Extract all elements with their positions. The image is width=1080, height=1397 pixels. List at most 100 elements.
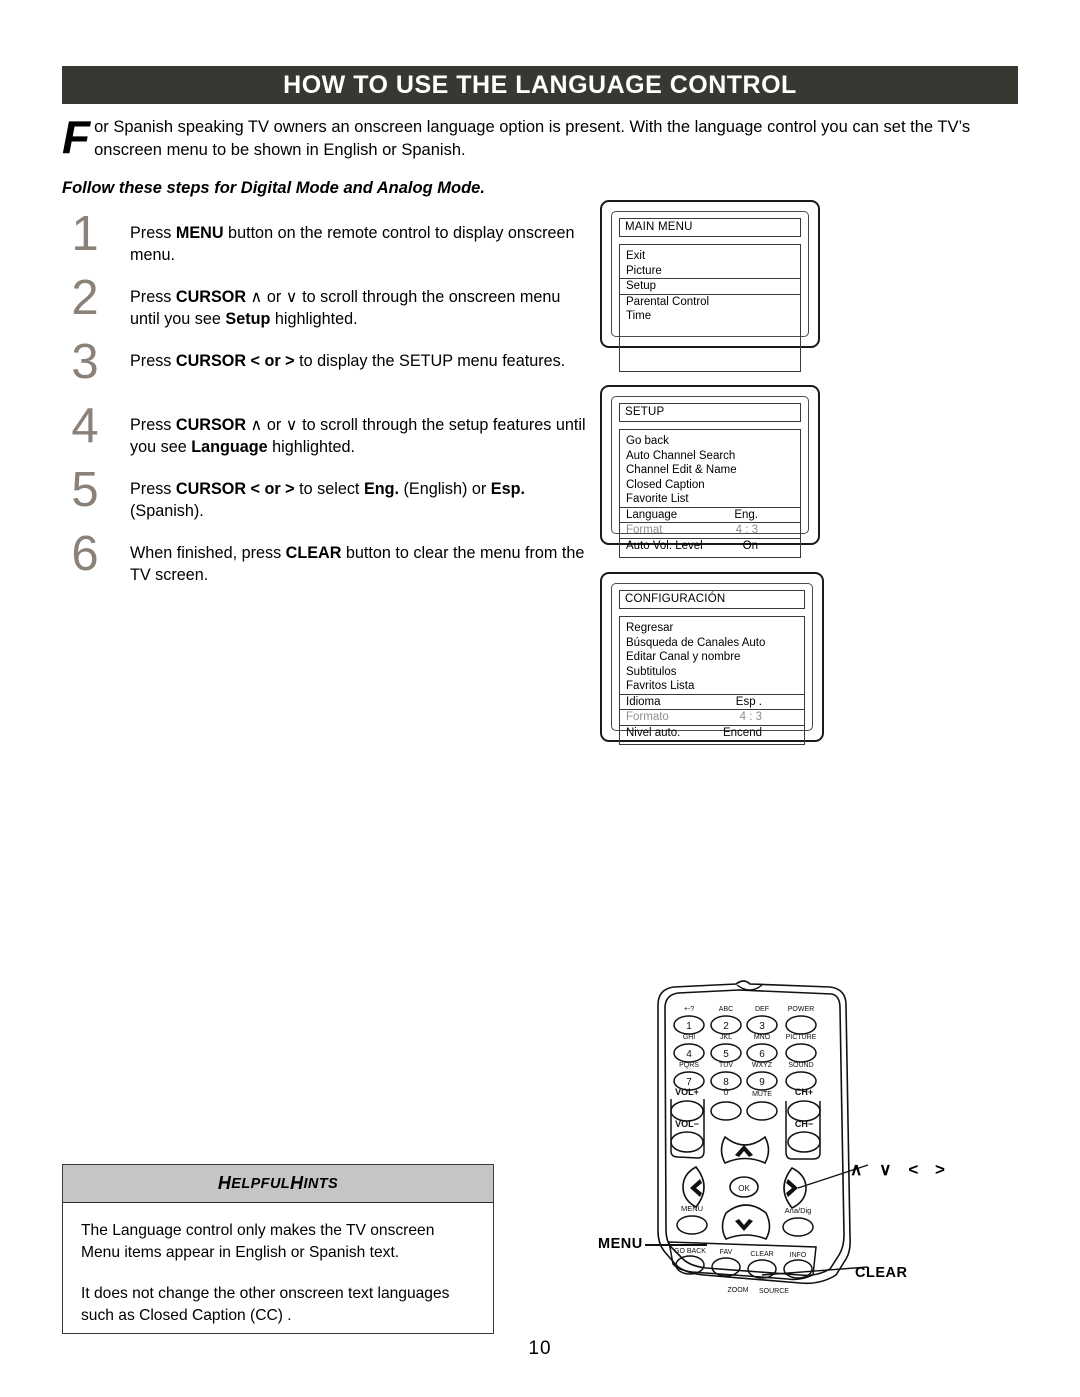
step-text-run: highlighted. — [267, 438, 355, 456]
remote-key-legend-ch-up: CH+ — [795, 1087, 813, 1097]
tv-screen-configuracion-menu: CONFIGURACIÓN Regresar Búsqueda de Canale… — [600, 572, 824, 745]
tv-menu-row[interactable]: Time — [620, 309, 800, 324]
tv-menu-row[interactable]: Exit — [620, 249, 800, 264]
hints-paragraph-2: It does not change the other onscreen te… — [81, 1285, 450, 1324]
step-text-emphasis: CURSOR — [175, 288, 247, 306]
tv-menu-row[interactable]: Auto Vol. Level On — [620, 539, 800, 554]
step-text: Press CURSOR < or > to display the SETUP… — [130, 350, 592, 372]
tv-menu-row[interactable]: Favritos Lista — [620, 679, 804, 694]
step-text-emphasis: Eng. — [363, 480, 400, 498]
step-item: 5 Press CURSOR < or > to select Eng. (Eng… — [62, 466, 592, 527]
step-text-emphasis: Setup — [225, 310, 271, 328]
step-text-emphasis: Language — [191, 438, 268, 456]
step-text-run: Press — [130, 288, 176, 306]
step-item: 3 Press CURSOR < or > to display the SETU… — [62, 338, 592, 399]
step-text-run: to select — [299, 480, 364, 498]
tv-menu-row-value: Encend — [722, 726, 762, 739]
tv-menu-row[interactable]: Nivel auto. Encend — [620, 726, 804, 741]
tv-menu-row[interactable]: Subtitulos — [620, 665, 804, 680]
tv-menu-row-label: Favritos Lista — [626, 680, 695, 692]
tv-menu-row-label: Favorite List — [626, 493, 689, 505]
remote-key-8: 8 — [723, 1077, 729, 1088]
remote-key-legend-vol-up: VOL+ — [675, 1087, 699, 1097]
tv-menu-row[interactable]: Setup — [620, 278, 800, 295]
hints-paragraph-1: The Language control only makes the TV o… — [81, 1222, 435, 1261]
remote-key-legend: JKL — [720, 1034, 732, 1041]
step-text-emphasis: < or > — [246, 352, 300, 370]
tv-menu-row[interactable]: Favorite List — [620, 492, 800, 507]
tv-menu-row[interactable]: Formato 4 : 3 — [620, 710, 804, 726]
tv-menu-row[interactable]: Channel Edit & Name — [620, 463, 800, 478]
tv-menu-row[interactable]: Parental Control — [620, 295, 800, 310]
tv-inner-frame: CONFIGURACIÓN Regresar Búsqueda de Canale… — [611, 583, 813, 745]
remote-key-9: 9 — [759, 1077, 765, 1088]
hints-title-h2: H — [290, 1173, 304, 1193]
tv-menu-row-label: Time — [626, 310, 652, 322]
callout-clear-button: CLEAR — [855, 1265, 908, 1281]
tv-inner-frame: SETUP Go back Auto Channel Search Channel … — [611, 396, 809, 558]
step-text-emphasis: CLEAR — [285, 544, 342, 562]
tv-menu-row[interactable]: Búsqueda de Canales Auto — [620, 636, 804, 651]
remote-key-1: 1 — [686, 1021, 692, 1032]
tv-menu-row-label: Búsqueda de Canales Auto — [626, 636, 766, 649]
tv-menu-row[interactable]: Idioma Esp . — [620, 693, 804, 710]
tv-screen-title: MAIN MENU — [619, 218, 801, 237]
remote-key-legend-anadig: Ana/Dig — [785, 1206, 812, 1215]
tv-menu-row-label: Subtitulos — [626, 665, 677, 678]
tv-menu-row[interactable]: Closed Caption — [620, 478, 800, 493]
remote-key-6: 6 — [759, 1049, 765, 1060]
tv-menu-row-label: Regresar — [626, 622, 674, 634]
remote-key-legend-clear: CLEAR — [750, 1251, 773, 1258]
remote-control-illustration: +-? ABC DEF POWER GHI JKL MNO PICTURE PQ… — [640, 975, 870, 1305]
intro-subheading: Follow these steps for Digital Mode and … — [62, 179, 485, 197]
tv-menu-row-value: 4 : 3 — [739, 711, 762, 723]
tv-menu-row-value: Eng. — [734, 508, 758, 521]
step-text-run: Press — [130, 224, 176, 242]
tv-menu-row[interactable]: Language Eng. — [620, 506, 800, 523]
remote-key-4: 4 — [686, 1049, 692, 1060]
tv-menu-row-label: Formato — [626, 711, 669, 723]
tv-menu-row[interactable]: Regresar — [620, 621, 804, 636]
tv-menu-row-value: 4 : 3 — [735, 524, 758, 536]
step-item: 1 Press MENU button on the remote control… — [62, 210, 592, 271]
step-text: Press MENU button on the remote control … — [130, 222, 592, 266]
remote-key-legend-info: INFO — [790, 1252, 807, 1259]
tv-menu-row-label: Editar Canal y nombre — [626, 651, 741, 663]
remote-key-legend: DEF — [755, 1006, 769, 1013]
tv-screen-title: CONFIGURACIÓN — [619, 590, 805, 609]
step-text-run: Press — [130, 480, 176, 498]
tv-menu-list: Regresar Búsqueda de Canales Auto Editar C… — [619, 616, 805, 745]
callout-cursor-keys: ∧ ∨ < > — [850, 1160, 951, 1179]
hints-title-h1: H — [217, 1173, 232, 1193]
step-text-run: (English) or — [399, 480, 491, 498]
remote-key-legend-zoom: ZOOM — [728, 1287, 749, 1294]
step-text-emphasis: CURSOR — [175, 416, 247, 434]
tv-menu-row[interactable]: Picture — [620, 264, 800, 279]
step-item: 4 Press CURSOR ∧ or ∨ to scroll through t… — [62, 402, 592, 463]
tv-menu-row-value: On — [742, 539, 758, 552]
page-title: HOW TO USE THE LANGUAGE CONTROL — [283, 70, 797, 99]
remote-key-legend: SOUND — [788, 1062, 813, 1069]
page-number: 10 — [528, 1338, 552, 1359]
remote-key-legend: PQRS — [679, 1062, 699, 1069]
helpful-hints-box: H ELPFUL H INTS The Language control only … — [62, 1164, 494, 1334]
tv-menu-row[interactable]: Editar Canal y nombre — [620, 650, 804, 665]
step-number: 4 — [71, 399, 99, 453]
tv-menu-row-label: Go back — [626, 435, 669, 447]
tv-menu-row[interactable]: Auto Channel Search — [620, 449, 800, 464]
callout-menu-leader-line — [645, 1244, 707, 1246]
remote-key-legend: MNO — [754, 1034, 771, 1041]
tv-menu-row-label: Exit — [626, 250, 646, 262]
intro-paragraph: F or Spanish speaking TV owners an onscr… — [62, 114, 1012, 162]
tv-menu-row-label: Auto Channel Search — [626, 449, 736, 462]
tv-menu-row-label: Channel Edit & Name — [626, 464, 737, 476]
tv-menu-row[interactable]: Go back — [620, 434, 800, 449]
tv-menu-row[interactable]: Format 4 : 3 — [620, 523, 800, 539]
tv-menu-list: Go back Auto Channel Search Channel Edit &… — [619, 429, 801, 558]
callout-menu-button: MENU — [598, 1236, 643, 1252]
remote-key-legend: TUV — [719, 1062, 733, 1069]
remote-key-legend: WXYZ — [752, 1062, 773, 1069]
hints-title-elpful: ELPFUL — [231, 1175, 291, 1192]
remote-key-legend: POWER — [788, 1006, 814, 1013]
remote-key-legend: +-? — [684, 1006, 694, 1013]
